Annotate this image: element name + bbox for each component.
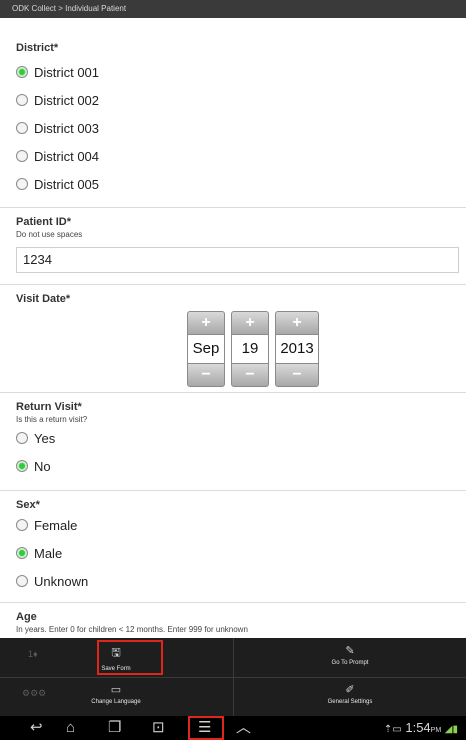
option-label: Yes — [34, 430, 56, 446]
year-value[interactable]: 2013 — [275, 335, 319, 363]
option-label: District 005 — [34, 176, 100, 192]
signal-icon: ◢▮ — [444, 724, 458, 735]
option-label: District 002 — [34, 92, 100, 108]
month-value[interactable]: Sep — [187, 335, 225, 363]
patient-id-label: Patient ID* — [16, 216, 72, 228]
menu-divider — [233, 638, 234, 716]
day-decrement-button[interactable]: − — [231, 363, 269, 387]
go-to-prompt-menu-item[interactable]: ✎ Go To Prompt — [234, 638, 466, 677]
return-visit-hint: Is this a return visit? — [16, 415, 88, 424]
radio-icon[interactable] — [16, 178, 28, 190]
change-language-menu-item[interactable]: ▭ Change Language — [0, 677, 232, 716]
app-title-bar: ODK Collect > Individual Patient — [0, 0, 466, 18]
status-area: ⇡▭ 1:54PM ◢▮ — [384, 719, 458, 740]
app-title: ODK Collect > Individual Patient — [12, 4, 127, 13]
age-label: Age — [16, 611, 37, 623]
general-settings-menu-item[interactable]: ✐ General Settings — [234, 677, 466, 716]
option-label: Male — [34, 545, 63, 561]
patient-id-hint: Do not use spaces — [16, 230, 83, 239]
date-picker: + Sep − + 19 − + 2013 − — [16, 311, 450, 387]
back-icon[interactable]: ↩ — [30, 719, 43, 737]
option-label: Female — [34, 517, 78, 533]
option-label: Unknown — [34, 573, 89, 589]
screenshot-icon[interactable]: ⊡ — [152, 719, 165, 737]
option-label: District 001 — [34, 64, 100, 80]
year-decrement-button[interactable]: − — [275, 363, 319, 387]
district-option-003[interactable]: District 003 — [16, 114, 450, 142]
go-to-prompt-label: Go To Prompt — [331, 660, 369, 666]
general-settings-label: General Settings — [327, 699, 373, 705]
return-visit-label: Return Visit* — [16, 401, 82, 413]
change-language-label: Change Language — [91, 699, 141, 705]
form-content: District* District 001 District 002 Dist… — [0, 18, 466, 643]
recent-apps-icon[interactable]: ❐ — [108, 719, 121, 737]
clock-ampm: PM — [430, 727, 442, 734]
district-option-001[interactable]: District 001 — [16, 58, 450, 86]
language-icon: ▭ — [110, 684, 122, 696]
district-option-005[interactable]: District 005 — [16, 170, 450, 198]
district-option-002[interactable]: District 002 — [16, 86, 450, 114]
options-menu: 1♦ ⚙⚙⚙ 🖫 Save Form ✎ Go To Prompt ▭ Chan… — [0, 638, 466, 716]
radio-icon[interactable] — [16, 519, 28, 531]
patient-id-input[interactable]: 1234 — [16, 247, 459, 273]
year-spinner: + 2013 − — [275, 311, 319, 387]
return-visit-question: Return Visit* Is this a return visit? Ye… — [0, 393, 466, 491]
radio-icon[interactable] — [16, 150, 28, 162]
age-hint: In years. Enter 0 for children < 12 mont… — [16, 625, 248, 634]
month-decrement-button[interactable]: − — [187, 363, 225, 387]
sex-option-male[interactable]: Male — [16, 539, 450, 567]
clock-time: 1:54 — [405, 720, 431, 735]
radio-icon[interactable] — [16, 432, 28, 444]
option-label: District 004 — [34, 148, 100, 164]
day-spinner: + 19 − — [231, 311, 269, 387]
system-navigation-bar: ↩ ⌂ ❐ ⊡ ☰ ︿ ⇡▭ 1:54PM ◢▮ — [0, 716, 466, 740]
district-label: District* — [16, 42, 59, 54]
sex-option-unknown[interactable]: Unknown — [16, 567, 450, 595]
option-label: District 003 — [34, 120, 100, 136]
district-option-004[interactable]: District 004 — [16, 142, 450, 170]
radio-selected-icon[interactable] — [16, 66, 28, 78]
month-increment-button[interactable]: + — [187, 311, 225, 335]
district-question: District* District 001 District 002 Dist… — [0, 18, 466, 208]
settings-icon: ✐ — [345, 684, 355, 696]
sex-label: Sex* — [16, 499, 40, 511]
wifi-icon: ⇡▭ — [383, 724, 402, 735]
menu-button-highlight — [188, 716, 224, 740]
home-icon[interactable]: ⌂ — [66, 719, 75, 737]
sex-option-female[interactable]: Female — [16, 511, 450, 539]
age-question: Age In years. Enter 0 for children < 12 … — [0, 603, 466, 643]
radio-selected-icon[interactable] — [16, 547, 28, 559]
year-increment-button[interactable]: + — [275, 311, 319, 335]
save-form-highlight — [97, 640, 163, 675]
month-spinner: + Sep − — [187, 311, 225, 387]
radio-selected-icon[interactable] — [16, 460, 28, 472]
option-label: No — [34, 458, 51, 474]
sex-question: Sex* Female Male Unknown — [0, 491, 466, 603]
radio-icon[interactable] — [16, 122, 28, 134]
visit-date-label: Visit Date* — [16, 293, 71, 305]
radio-icon[interactable] — [16, 94, 28, 106]
return-visit-option-no[interactable]: No — [16, 452, 450, 480]
return-visit-option-yes[interactable]: Yes — [16, 424, 450, 452]
visit-date-question: Visit Date* + Sep − + 19 − + 2013 − — [0, 285, 466, 393]
day-increment-button[interactable]: + — [231, 311, 269, 335]
go-to-prompt-icon: ✎ — [345, 645, 355, 657]
chevron-up-icon[interactable]: ︿ — [236, 719, 251, 737]
patient-id-question: Patient ID* Do not use spaces 1234 — [0, 208, 466, 285]
day-value[interactable]: 19 — [231, 335, 269, 363]
radio-icon[interactable] — [16, 575, 28, 587]
